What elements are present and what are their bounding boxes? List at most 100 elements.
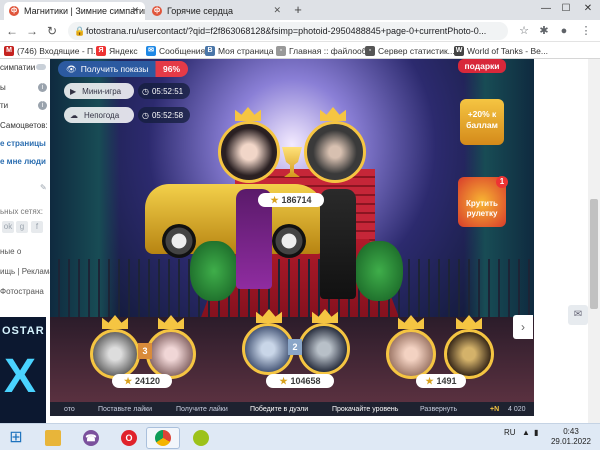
bottom-item[interactable]: Поставьте лайки	[98, 406, 152, 413]
taskbar-opera[interactable]: O	[112, 427, 146, 449]
clock-icon: ◷	[142, 86, 149, 96]
podium-avatar[interactable]	[90, 329, 140, 379]
podium-avatar[interactable]	[444, 329, 494, 379]
bookmark-inbox[interactable]: M (746) Входящие - П...	[4, 44, 100, 57]
social-icon[interactable]: g	[16, 221, 28, 233]
podium-avatar[interactable]	[146, 329, 196, 379]
avatar-figure-male	[320, 189, 356, 299]
avatar-photo-female[interactable]	[218, 121, 280, 183]
bottom-item[interactable]: +N	[490, 406, 499, 413]
back-icon[interactable]: ←	[4, 23, 20, 39]
game-scene[interactable]: 👁 Получить показы 96% ▶ Мини-игра ◷ 05:5…	[50, 59, 534, 402]
star-icon[interactable]: ☆	[516, 23, 532, 39]
weather-timer: ◷ 05:52:58	[138, 107, 190, 123]
bottom-item[interactable]: ото	[64, 406, 75, 413]
bookmark-stats[interactable]: ▫ Сервер статистик...	[365, 44, 455, 57]
get-views-button[interactable]: 👁 Получить показы 96%	[58, 61, 188, 77]
folder-icon	[45, 430, 61, 446]
close-tab-icon[interactable]: ✕	[131, 5, 139, 16]
clock-icon: ◷	[142, 110, 149, 120]
menu-icon[interactable]: ⋮	[578, 23, 594, 39]
taskbar-app[interactable]	[184, 427, 218, 449]
url-input[interactable]: 🔒 fotostrana.ru/usercontact/?qid=f2f8630…	[68, 22, 508, 40]
bookmark-label: Главная :: файлооб...	[289, 45, 374, 56]
envelope-icon[interactable]: ✉	[568, 305, 588, 325]
windows-start-icon[interactable]: ⊞	[4, 427, 28, 449]
language-indicator[interactable]: RU	[504, 428, 516, 437]
bottom-item[interactable]: Получите лайки	[176, 406, 228, 413]
extensions-icon[interactable]: ✱	[536, 23, 552, 39]
new-tab-button[interactable]: +	[291, 3, 305, 17]
system-clock[interactable]: 0:43 29.01.2022	[548, 427, 594, 447]
roulette-badge: 1	[496, 176, 508, 188]
footer-link[interactable]: Фотострана	[0, 287, 44, 296]
taskbar-chrome[interactable]	[146, 427, 180, 449]
bottom-item[interactable]: Победите в дуэли	[250, 406, 308, 413]
bookmark-messages[interactable]: ✉ Сообщения	[146, 44, 205, 57]
podium-avatar[interactable]	[298, 323, 350, 375]
bottom-item[interactable]: Прокачайте уровень	[332, 406, 398, 413]
banner-letter: X	[4, 350, 37, 403]
minimize-button[interactable]: —	[538, 2, 554, 16]
score-value: 1491	[436, 376, 457, 386]
facebook-icon[interactable]: f	[31, 221, 43, 233]
network-icon[interactable]: ▮	[534, 428, 538, 437]
bookmark-file-share[interactable]: ▫ Главная :: файлооб...	[276, 44, 374, 57]
score-value: 24120	[135, 376, 161, 386]
info-icon[interactable]: i	[38, 83, 47, 92]
sidebar-item-pages[interactable]: е страницы	[0, 139, 46, 148]
podium-avatar[interactable]	[386, 329, 436, 379]
mini-game-button[interactable]: ▶ Мини-игра	[64, 83, 134, 99]
pencil-icon[interactable]: ✎	[40, 183, 47, 192]
chevron-right-icon[interactable]: ›	[513, 315, 533, 339]
close-tab-icon[interactable]: ✕	[273, 5, 281, 16]
sidebar-item-2[interactable]: ти	[0, 101, 8, 110]
bonus-button[interactable]: +20% к баллам	[460, 99, 504, 145]
taskbar-explorer[interactable]	[36, 427, 70, 449]
close-window-button[interactable]: ✕	[580, 2, 596, 16]
car-wheel	[162, 224, 196, 258]
sidebar-item-sympathies[interactable]: симпатии	[0, 63, 35, 72]
tab-magnitiki[interactable]: ф Магнитики | Зимние симпатии ✕	[4, 2, 145, 20]
weather-button[interactable]: ☁ Непогода	[64, 107, 134, 123]
ad-banner[interactable]: OSTAR X	[0, 317, 46, 423]
sidebar-item-1[interactable]: ы	[0, 83, 6, 92]
sidebar-item-people[interactable]: е мне люди	[0, 157, 46, 166]
forward-icon[interactable]: →	[24, 23, 40, 39]
star-icon: ★	[279, 375, 288, 386]
clock-time: 0:43	[563, 427, 579, 436]
star-icon: ★	[425, 375, 434, 386]
fotostrana-favicon: ф	[152, 6, 162, 16]
podium-avatar[interactable]	[242, 323, 294, 375]
banner-text: OSTAR	[2, 325, 45, 337]
bookmark-wot[interactable]: W World of Tanks - Be...	[454, 44, 548, 57]
maximize-button[interactable]: ☐	[558, 2, 574, 16]
taskbar-viber[interactable]: ☎	[74, 427, 108, 449]
wot-icon: W	[454, 45, 464, 56]
podium-score: ★ 24120	[112, 374, 172, 388]
tray-icons[interactable]: ▲	[522, 428, 530, 437]
bookmark-label: Яндекс	[109, 45, 138, 56]
avatar-photo-male[interactable]	[304, 121, 366, 183]
toggle-icon[interactable]	[36, 64, 46, 70]
couple-score: ★ 186714	[258, 193, 324, 207]
scrollbar-thumb[interactable]	[590, 199, 598, 309]
gifts-button[interactable]: подарки	[458, 59, 506, 73]
bookmark-yandex[interactable]: Я Яндекс	[96, 44, 138, 57]
profile-icon[interactable]: ●	[556, 23, 572, 39]
bookmark-label: Сервер статистик...	[378, 45, 455, 56]
footer-link[interactable]: ищь | Реклама	[0, 267, 54, 276]
bush	[355, 241, 403, 301]
footer-link[interactable]: ные о	[0, 247, 21, 256]
bookmark-my-page[interactable]: B Моя страница	[205, 44, 274, 57]
weather-label: Непогода	[84, 110, 120, 120]
social-icon[interactable]: ok	[2, 221, 14, 233]
tab-hot-hearts[interactable]: ф Горячие сердца ✕	[147, 2, 287, 20]
windows-taskbar: ⊞ ☎ O RU ▲ ▮ 0:43 29.01.2022	[0, 423, 600, 450]
info-icon[interactable]: i	[38, 101, 47, 110]
file-icon: ▫	[276, 45, 286, 56]
chrome-icon	[155, 430, 171, 446]
mini-game-timer: ◷ 05:52:51	[138, 83, 190, 99]
reload-icon[interactable]: ↻	[44, 23, 60, 39]
expand-button[interactable]: Развернуть	[420, 406, 457, 413]
